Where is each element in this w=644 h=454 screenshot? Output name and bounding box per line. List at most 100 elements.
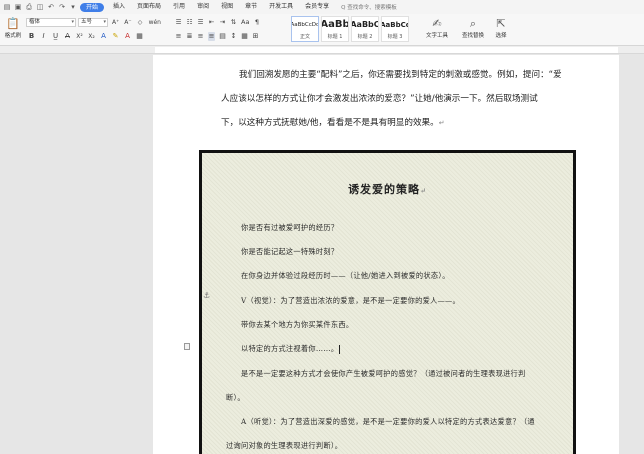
- document-page[interactable]: 我们回溯发愿的主要“配料”之后，你还需要找到特定的刺激或感觉。例如，提问：“爱 …: [153, 55, 619, 454]
- font-name-select[interactable]: 楷体 ▾: [26, 18, 76, 27]
- image-text-line: 带你去某个地方为你买某件东西。: [241, 320, 354, 329]
- paragraph-mark-icon: ↵: [420, 186, 427, 195]
- tab-developer[interactable]: 开发工具: [263, 0, 299, 14]
- tab-sections[interactable]: 章节: [239, 0, 263, 14]
- style-heading-2[interactable]: AaBbC 标题 2: [351, 16, 379, 42]
- image-anchor-icon[interactable]: ⚓: [203, 291, 210, 300]
- highlight-button[interactable]: ✎: [112, 32, 119, 41]
- style-sample: AaBbCcDd: [291, 22, 319, 28]
- text-cursor: [339, 344, 341, 354]
- font-size-select[interactable]: 五号 ▾: [78, 18, 108, 27]
- text-tool-button[interactable]: ✍ 文字工具: [424, 17, 450, 39]
- tab-view[interactable]: 视图: [215, 0, 239, 14]
- char-shading-button[interactable]: ▦: [136, 32, 143, 41]
- page-margin-marker-icon[interactable]: [184, 343, 190, 350]
- image-text-line: V（视觉）：为了营造出浓浓的爱意，是不是一定要你的爱人——。: [241, 296, 461, 305]
- bullet-list-button[interactable]: ☰: [175, 18, 182, 27]
- align-left-button[interactable]: ≡: [175, 32, 182, 41]
- paragraph-text: 我们回溯发愿的主要“配料”之后，你还需要找到特定的刺激或感觉。例如，提问：“爱: [239, 70, 562, 80]
- increase-indent-button[interactable]: ⇥: [219, 18, 226, 27]
- pinyin-button[interactable]: wén: [149, 18, 161, 27]
- font-format-row: B I U̲ A X² X₂ A ✎ A ▦: [28, 32, 143, 41]
- style-name: 标题 1: [327, 34, 343, 40]
- distributed-button[interactable]: ▤: [219, 32, 226, 41]
- tab-review[interactable]: 审阅: [191, 0, 215, 14]
- subscript-button[interactable]: X₂: [88, 32, 95, 41]
- tab-member[interactable]: 会员专享: [299, 0, 335, 14]
- paragraph-text: 下，以这种方式抚慰她/他，看看是不是具有明显的效果。: [221, 118, 439, 128]
- style-heading-3[interactable]: AaBbCc 标题 3: [381, 16, 409, 42]
- redo-icon[interactable]: ↷: [58, 3, 66, 11]
- text-effect-button[interactable]: A: [100, 32, 107, 41]
- strikethrough-button[interactable]: A: [64, 32, 71, 41]
- paste-icon: 📋: [6, 17, 20, 30]
- chevron-down-icon: ▾: [103, 19, 106, 25]
- undo-icon[interactable]: ↶: [47, 3, 55, 11]
- justify-button[interactable]: ≡: [208, 32, 215, 41]
- font-adjust-row: A⁺ A⁻ ◇ wén: [112, 18, 161, 27]
- style-sample: AaBbCc: [381, 21, 409, 29]
- image-text-line: 在你身边并体验过段经历时——（让他/她进入到被爱的状态）。: [241, 271, 450, 280]
- image-text-line: 你是否有过被爱呵护的经历？: [241, 223, 339, 232]
- image-text-line: 是不是一定要这种方式才会使你产生被爱呵护的感觉？（通过被问者的生理表现进行判: [241, 369, 526, 378]
- style-name: 标题 2: [357, 34, 373, 40]
- bold-button[interactable]: B: [28, 32, 35, 41]
- paragraph-row-bottom: ≡ ≣ ≡ ≡ ▤ ↕ ▦ ⊞: [175, 32, 259, 41]
- paste-button[interactable]: 📋 粘贴 格式刷: [2, 17, 24, 39]
- tab-page-layout[interactable]: 页面布局: [131, 0, 167, 14]
- paragraph-mark-icon: ↵: [438, 119, 445, 127]
- command-search[interactable]: Q 查找命令、搜索模板: [341, 3, 397, 11]
- tab-insert[interactable]: 插入: [107, 0, 131, 14]
- image-text-line: 过询问对象的生理表现进行判断）。: [226, 441, 343, 450]
- decrease-indent-button[interactable]: ⇤: [208, 18, 215, 27]
- grow-font-button[interactable]: A⁺: [112, 18, 119, 27]
- tab-references[interactable]: 引用: [167, 0, 191, 14]
- underline-button[interactable]: U̲: [52, 32, 59, 41]
- paragraph: 我们回溯发愿的主要“配料”之后，你还需要找到特定的刺激或感觉。例如，提问：“爱: [239, 69, 609, 81]
- borders-button[interactable]: ⊞: [252, 32, 259, 41]
- search-icon: ⌕: [469, 17, 477, 30]
- image-title-text: 诱发爱的策略: [348, 183, 421, 196]
- image-title: 诱发爱的策略↵: [202, 181, 573, 197]
- text-tool-icon: ✍: [432, 17, 442, 30]
- document-canvas[interactable]: 我们回溯发愿的主要“配料”之后，你还需要找到特定的刺激或感觉。例如，提问：“爱 …: [0, 55, 644, 454]
- select-label: 选择: [495, 33, 507, 39]
- image-text-line: 以特定的方式注视着你……。: [241, 344, 341, 354]
- show-marks-button[interactable]: ¶: [253, 18, 260, 27]
- font-size-value: 五号: [81, 19, 93, 25]
- more-icon[interactable]: ▾: [69, 3, 77, 11]
- ribbon-toolbar: 📋 粘贴 格式刷 楷体 ▾ 五号 ▾ A⁺ A⁻ ◇ wén B I U̲ A …: [0, 14, 644, 46]
- style-sample: AaBbC: [351, 20, 379, 29]
- style-normal[interactable]: AaBbCcDd 正文: [291, 16, 319, 42]
- shading-button[interactable]: ▦: [241, 32, 248, 41]
- number-list-button[interactable]: ☷: [186, 18, 193, 27]
- command-search-label: Q 查找命令、搜索模板: [341, 5, 397, 11]
- superscript-button[interactable]: X²: [76, 32, 83, 41]
- clear-format-button[interactable]: ◇: [137, 18, 144, 27]
- change-case-button[interactable]: Aa: [241, 18, 249, 27]
- shrink-font-button[interactable]: A⁻: [124, 18, 131, 27]
- save-icon[interactable]: ▣: [14, 3, 22, 11]
- text-tool-label: 文字工具: [425, 33, 448, 39]
- doc-icon[interactable]: ▤: [3, 3, 11, 11]
- horizontal-ruler[interactable]: [0, 46, 644, 54]
- align-right-button[interactable]: ≡: [197, 32, 204, 41]
- tab-home[interactable]: 开始: [80, 2, 105, 12]
- format-painter-label: 格式刷: [4, 33, 22, 39]
- align-center-button[interactable]: ≣: [186, 32, 193, 41]
- paragraph-row-top: ☰ ☷ ☰ ⇤ ⇥ ⇅ Aa ¶: [175, 18, 260, 27]
- select-button[interactable]: ⇱ 选择: [490, 17, 512, 39]
- chevron-down-icon: ▾: [71, 19, 74, 25]
- line-spacing-button[interactable]: ↕: [230, 32, 237, 41]
- sort-button[interactable]: ⇅: [230, 18, 237, 27]
- menu-bar: ▤ ▣ ⎙ ◫ ↶ ↷ ▾ 开始 插入 页面布局 引用 审阅 视图 章节 开发工…: [0, 0, 644, 14]
- print-icon[interactable]: ⎙: [25, 3, 33, 11]
- image-text-line: 断）。: [226, 393, 245, 402]
- multilevel-list-button[interactable]: ☰: [197, 18, 204, 27]
- italic-button[interactable]: I: [40, 32, 47, 41]
- font-color-button[interactable]: A: [124, 32, 131, 41]
- style-heading-1[interactable]: AaBb 标题 1: [321, 16, 349, 42]
- find-replace-button[interactable]: ⌕ 查找替换: [460, 17, 486, 39]
- preview-icon[interactable]: ◫: [36, 3, 44, 11]
- embedded-image[interactable]: 诱发爱的策略↵ 你是否有过被爱呵护的经历？ 你是否能记起这一特殊时刻？ 在你身边…: [199, 150, 576, 454]
